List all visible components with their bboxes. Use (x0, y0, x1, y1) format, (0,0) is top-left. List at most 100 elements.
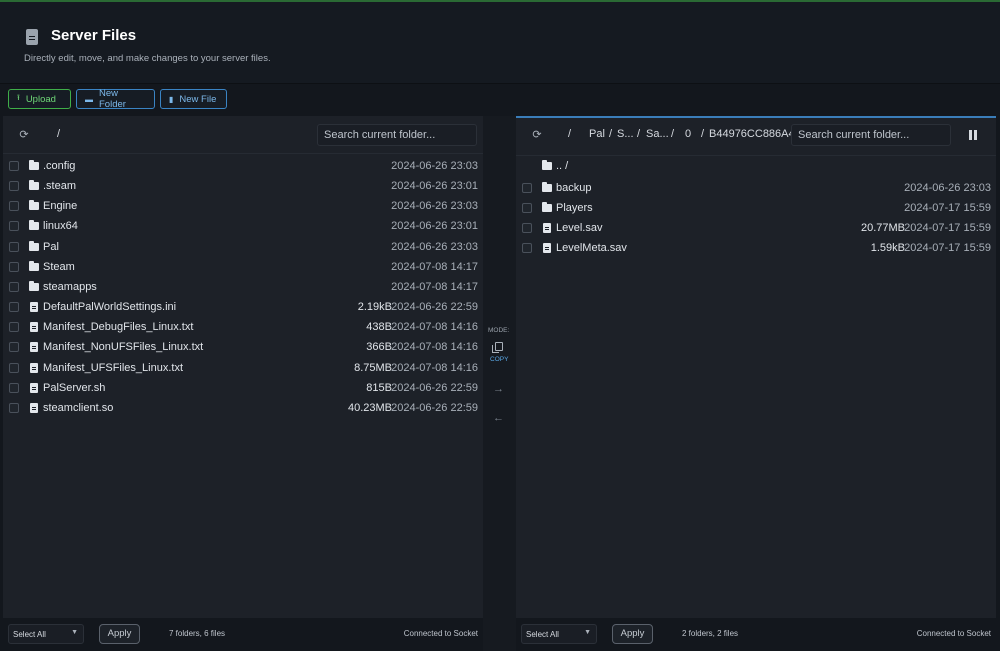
connection-status: Connected to Socket (403, 629, 478, 638)
right-search-input[interactable] (791, 124, 951, 146)
upload-button-label: Upload (25, 93, 56, 105)
breadcrumb-saved[interactable]: S... (617, 128, 634, 140)
row-checkbox[interactable] (9, 161, 19, 171)
row-checkbox[interactable] (9, 181, 19, 192)
file-icon (30, 402, 38, 413)
file-name: Steam (43, 260, 75, 273)
row-checkbox[interactable] (522, 223, 532, 234)
arrow-left-icon[interactable]: ← (493, 412, 504, 424)
breadcrumb-world-id[interactable]: B44976CC886A4 (709, 128, 795, 140)
refresh-icon[interactable]: ⟳ (17, 128, 31, 142)
folder-icon (29, 260, 39, 271)
select-all-dropdown[interactable]: Select All ▼ (521, 624, 597, 644)
row-checkbox[interactable] (9, 322, 19, 333)
file-size: 2.19kB (357, 301, 392, 314)
modified-date: 2024-06-26 22:59 (391, 401, 478, 414)
file-row[interactable]: Manifest_DebugFiles_Linux.txt 438B 2024-07… (3, 317, 483, 337)
row-checkbox[interactable] (9, 402, 19, 413)
folder-row[interactable]: Players 2024-07-17 15:59 (516, 198, 996, 218)
folder-row[interactable]: .config 2024-06-26 23:03 (3, 156, 483, 176)
parent-directory-label: .. / (556, 160, 569, 172)
folder-row[interactable]: linux64 2024-06-26 23:01 (3, 216, 483, 236)
file-name: LevelMeta.sav (556, 242, 627, 255)
file-size: 366B (366, 341, 392, 354)
file-size: 438B (366, 321, 392, 334)
upload-button[interactable]: ⭱ Upload (8, 89, 71, 109)
parent-directory-row[interactable]: .. / (516, 156, 996, 176)
row-checkbox[interactable] (522, 243, 532, 254)
modified-date: 2024-07-17 15:59 (904, 242, 991, 255)
row-checkbox[interactable] (9, 261, 19, 272)
item-count: 7 folders, 6 files (169, 629, 226, 638)
new-file-button-label: New File (179, 93, 217, 105)
file-plus-icon: ▮ (169, 94, 174, 104)
file-name: PalServer.sh (43, 381, 106, 394)
file-size: 40.23MB (347, 401, 392, 414)
row-checkbox[interactable] (9, 302, 19, 313)
file-row[interactable]: Manifest_NonUFSFiles_Linux.txt 366B 2024-0… (3, 337, 483, 357)
row-checkbox[interactable] (9, 201, 19, 212)
new-file-button[interactable]: ▮ New File (160, 89, 227, 109)
modified-date: 2024-06-26 23:03 (391, 240, 478, 253)
breadcrumb-root[interactable]: / (568, 128, 571, 140)
select-all-dropdown[interactable]: Select All ▼ (8, 624, 84, 644)
refresh-icon[interactable]: ⟳ (530, 128, 544, 142)
file-name: Players (556, 202, 593, 215)
connection-status: Connected to Socket (916, 629, 991, 638)
file-row[interactable]: Manifest_UFSFiles_Linux.txt 8.75MB 2024-07… (3, 358, 483, 378)
file-row[interactable]: LevelMeta.sav 1.59kB 2024-07-17 15:59 (516, 238, 996, 258)
row-checkbox[interactable] (522, 183, 532, 193)
left-search-input[interactable] (317, 124, 477, 146)
file-row[interactable]: steamclient.so 40.23MB 2024-06-26 22:59 (3, 398, 483, 418)
file-name: Pal (43, 240, 59, 253)
new-folder-button[interactable]: ▬ New Folder (76, 88, 155, 110)
folder-row[interactable]: Engine 2024-06-26 23:03 (3, 196, 483, 216)
page-subtitle: Directly edit, move, and make changes to… (24, 53, 271, 64)
breadcrumb-pal[interactable]: Pal (589, 128, 605, 140)
breadcrumb-savegames[interactable]: Sa... (646, 128, 669, 140)
file-size: 815B (366, 381, 392, 394)
folder-row[interactable]: backup 2024-06-26 23:03 (516, 178, 996, 198)
left-file-pane: ⟳ / .config 2024-06-26 23:03 .steam 2024-06… (3, 116, 483, 618)
copy-icon[interactable] (492, 342, 503, 353)
file-row[interactable]: PalServer.sh 815B 2024-06-26 22:59 (3, 378, 483, 398)
modified-date: 2024-06-26 22:59 (391, 381, 478, 394)
file-row[interactable]: Level.sav 20.77MB 2024-07-17 15:59 (516, 218, 996, 238)
file-row[interactable]: DefaultPalWorldSettings.ini 2.19kB 2024-06… (3, 297, 483, 317)
apply-button[interactable]: Apply (612, 624, 653, 644)
row-checkbox[interactable] (9, 281, 19, 292)
file-name: .steam (43, 180, 77, 193)
mode-value[interactable]: COPY (490, 356, 508, 363)
folder-row[interactable]: steamapps 2024-07-08 14:17 (3, 277, 483, 297)
pause-icon[interactable] (969, 130, 978, 140)
folder-plus-icon: ▬ (85, 94, 93, 104)
breadcrumb-zero[interactable]: 0 (685, 128, 691, 140)
file-name: DefaultPalWorldSettings.ini (43, 301, 177, 314)
row-checkbox[interactable] (9, 241, 19, 252)
file-name: Engine (43, 200, 78, 213)
chevron-down-icon: ▼ (584, 629, 591, 636)
folder-icon (542, 182, 552, 192)
row-checkbox[interactable] (9, 342, 19, 353)
right-footer: Select All ▼ Apply 2 folders, 2 files Co… (516, 620, 996, 648)
modified-date: 2024-07-08 14:16 (391, 361, 478, 374)
breadcrumb-root[interactable]: / (57, 128, 60, 140)
breadcrumb-separator: / (637, 128, 641, 140)
row-checkbox[interactable] (9, 362, 19, 373)
row-checkbox[interactable] (522, 203, 532, 214)
folder-icon (29, 160, 39, 170)
file-size: 20.77MB (860, 222, 905, 235)
transfer-mode-panel: MODE: COPY → ← (483, 116, 516, 651)
file-icon (543, 243, 551, 254)
row-checkbox[interactable] (9, 221, 19, 232)
toolbar: ⭱ Upload ▬ New Folder ▮ New File (0, 85, 1000, 115)
apply-button[interactable]: Apply (99, 624, 140, 644)
modified-date: 2024-06-26 23:03 (391, 200, 478, 213)
row-checkbox[interactable] (9, 382, 19, 393)
folder-row[interactable]: .steam 2024-06-26 23:01 (3, 176, 483, 196)
arrow-right-icon[interactable]: → (493, 383, 504, 395)
folder-row[interactable]: Steam 2024-07-08 14:17 (3, 257, 483, 277)
modified-date: 2024-07-08 14:17 (391, 280, 478, 293)
folder-row[interactable]: Pal 2024-06-26 23:03 (3, 237, 483, 257)
file-name: steamclient.so (43, 401, 114, 414)
